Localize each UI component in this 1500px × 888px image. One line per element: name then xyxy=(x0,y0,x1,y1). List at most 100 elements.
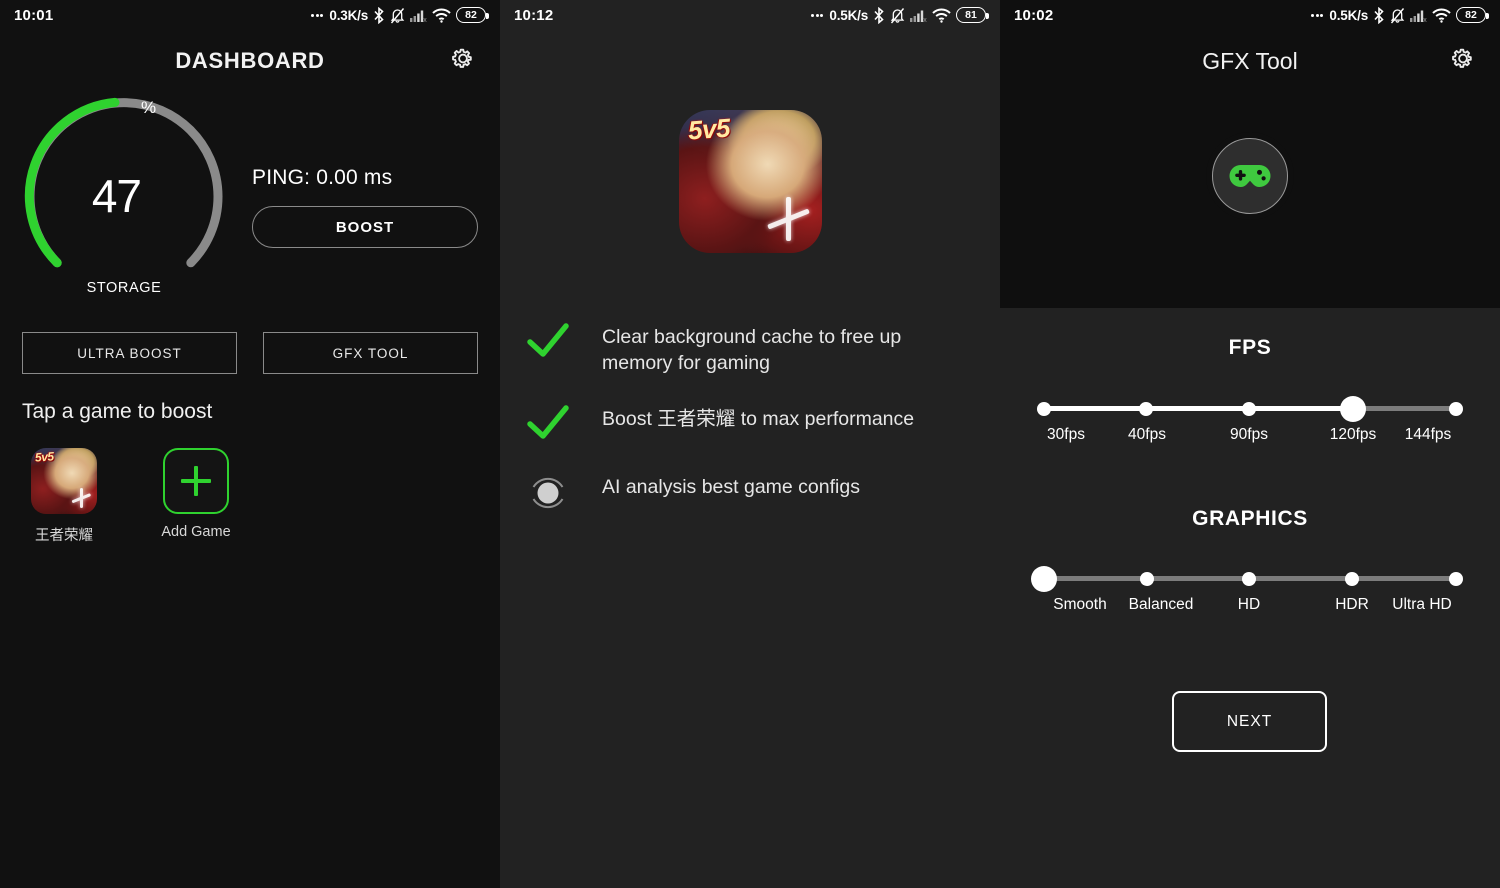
fps-dot-3-selected[interactable] xyxy=(1340,395,1366,422)
svg-text:x: x xyxy=(423,17,427,23)
gfx-tool-button[interactable]: GFX TOOL xyxy=(263,332,478,374)
fps-slider[interactable]: 30fps 40fps 90fps 120fps 144fps xyxy=(1000,386,1500,446)
graphics-label-3: HDR xyxy=(1335,596,1369,613)
boost-step-label: Boost 王者荣耀 to max performance xyxy=(602,408,915,431)
ultra-boost-button[interactable]: ULTRA BOOST xyxy=(22,332,237,374)
fps-label-2: 90fps xyxy=(1230,426,1268,443)
boost-step: Clear background cache to free up memory… xyxy=(526,322,974,376)
battery-level: 82 xyxy=(465,9,477,21)
graphics-dot-4[interactable] xyxy=(1449,571,1463,586)
wifi-icon xyxy=(432,8,451,23)
fps-dot-2[interactable] xyxy=(1242,401,1256,416)
fps-track-rest xyxy=(1357,406,1456,411)
graphics-label-1: Balanced xyxy=(1128,596,1194,613)
graphics-dot-0-selected[interactable] xyxy=(1031,565,1057,592)
next-button[interactable]: NEXT xyxy=(1172,691,1327,752)
gear-icon[interactable] xyxy=(450,46,476,77)
panel-gfx-tool: 10:02 0.5K/s x 82 GFX Tool FPS 30fps 40f… xyxy=(1000,0,1500,888)
status-bar: 10:12 0.5K/s x 81 xyxy=(500,0,1000,30)
icon-gloss xyxy=(31,448,97,514)
gauge-label: STORAGE xyxy=(86,280,162,296)
boost-step: Boost 王者荣耀 to max performance xyxy=(526,404,974,444)
battery-icon: 82 xyxy=(456,7,489,23)
gauge-unit: % xyxy=(141,98,157,117)
bluetooth-icon xyxy=(1373,6,1385,24)
notification-muted-icon xyxy=(890,7,905,24)
network-speed-label: 0.5K/s xyxy=(1329,7,1368,23)
status-bar: 10:02 0.5K/s x 82 xyxy=(1000,0,1500,30)
app-bar: DASHBOARD xyxy=(0,30,500,92)
game-item-honor-of-kings[interactable]: 5v5 王者荣耀 xyxy=(22,448,106,545)
notification-muted-icon xyxy=(390,7,405,24)
battery-level: 82 xyxy=(1465,9,1477,21)
fps-section-title: FPS xyxy=(1228,336,1272,359)
graphics-label-0: Smooth xyxy=(1053,596,1107,613)
svg-text:x: x xyxy=(923,17,927,23)
boost-step: AI analysis best game configs xyxy=(526,472,974,514)
cellular-off-icon: x xyxy=(1410,8,1427,23)
icon-gloss xyxy=(678,110,822,253)
add-game-icon xyxy=(163,448,229,514)
graphics-slider[interactable]: Smooth Balanced HD HDR Ultra HD xyxy=(1000,556,1500,616)
add-game-button[interactable]: Add Game xyxy=(154,448,238,545)
wifi-icon xyxy=(1432,8,1451,23)
game-app-icon-large: 5v5 xyxy=(678,110,822,253)
svg-text:x: x xyxy=(1423,17,1427,23)
game-item-label: 王者荣耀 xyxy=(35,528,93,544)
check-icon xyxy=(526,404,570,444)
cellular-off-icon: x xyxy=(410,8,427,23)
storage-gauge: 47 % xyxy=(20,92,228,300)
boosting-hero: 5v5 xyxy=(500,110,1000,253)
fps-label-0: 30fps xyxy=(1047,426,1085,443)
status-time: 10:12 xyxy=(514,6,554,24)
status-time: 10:02 xyxy=(1014,6,1054,24)
page-title: GFX Tool xyxy=(1202,47,1298,74)
wifi-icon xyxy=(932,8,951,23)
notification-muted-icon xyxy=(1390,7,1405,24)
boost-button[interactable]: BOOST xyxy=(252,206,478,248)
status-time: 10:01 xyxy=(14,6,54,24)
graphics-label-2: HD xyxy=(1237,596,1261,613)
graphics-dot-1[interactable] xyxy=(1140,571,1154,586)
network-speed-label: 0.3K/s xyxy=(329,7,368,23)
gear-icon[interactable] xyxy=(1450,46,1476,77)
fps-label-4: 144fps xyxy=(1404,426,1452,443)
graphics-dot-2[interactable] xyxy=(1242,571,1256,586)
gfx-hero xyxy=(1000,138,1500,214)
game-app-icon: 5v5 xyxy=(31,448,97,514)
network-activity-icon xyxy=(311,13,324,17)
boost-step-label: AI analysis best game configs xyxy=(602,476,860,499)
network-speed-label: 0.5K/s xyxy=(829,7,868,23)
bluetooth-icon xyxy=(873,6,885,24)
add-game-label: Add Game xyxy=(161,524,231,540)
page-title: DASHBOARD xyxy=(175,48,325,73)
graphics-dot-3[interactable] xyxy=(1345,571,1359,586)
battery-level: 81 xyxy=(965,9,977,21)
fps-dot-0[interactable] xyxy=(1037,401,1051,416)
gauge-value-wrap: 47 % xyxy=(20,92,228,300)
screenshot-strip: 10:01 0.3K/s x 82 DASHBOARD 47 % STORAGE… xyxy=(0,0,1500,888)
fps-label-3: 120fps xyxy=(1329,426,1377,443)
gauge-value: 47 xyxy=(91,170,142,222)
panel-dashboard: 10:01 0.3K/s x 82 DASHBOARD 47 % STORAGE… xyxy=(0,0,500,888)
fps-track-fill xyxy=(1044,406,1358,411)
battery-icon: 81 xyxy=(956,7,989,23)
ping-label: PING: 0.00 ms xyxy=(252,166,393,189)
status-icons: 0.5K/s x xyxy=(811,6,989,24)
status-icons: 0.5K/s x xyxy=(1311,6,1489,24)
fps-dot-1[interactable] xyxy=(1139,401,1153,416)
boost-step-label: Clear background cache to free up memory… xyxy=(602,326,902,375)
check-icon xyxy=(526,322,570,362)
fps-dot-4[interactable] xyxy=(1449,401,1463,416)
network-activity-icon xyxy=(1311,13,1324,17)
game-list: 5v5 王者荣耀 Add Game xyxy=(22,448,238,545)
panel-boosting: 10:12 0.5K/s x 81 Clear background cache… xyxy=(500,0,1000,888)
status-bar: 10:01 0.3K/s x 82 xyxy=(0,0,500,30)
tap-hint-label: Tap a game to boost xyxy=(22,400,213,423)
app-bar: GFX Tool xyxy=(1000,30,1500,92)
secondary-buttons: ULTRA BOOST GFX TOOL xyxy=(0,332,500,374)
graphics-section-title: GRAPHICS xyxy=(1192,507,1308,530)
gamepad-icon[interactable] xyxy=(1212,138,1288,214)
spinner-icon xyxy=(526,472,570,514)
boost-step-list: Clear background cache to free up memory… xyxy=(500,322,1000,542)
